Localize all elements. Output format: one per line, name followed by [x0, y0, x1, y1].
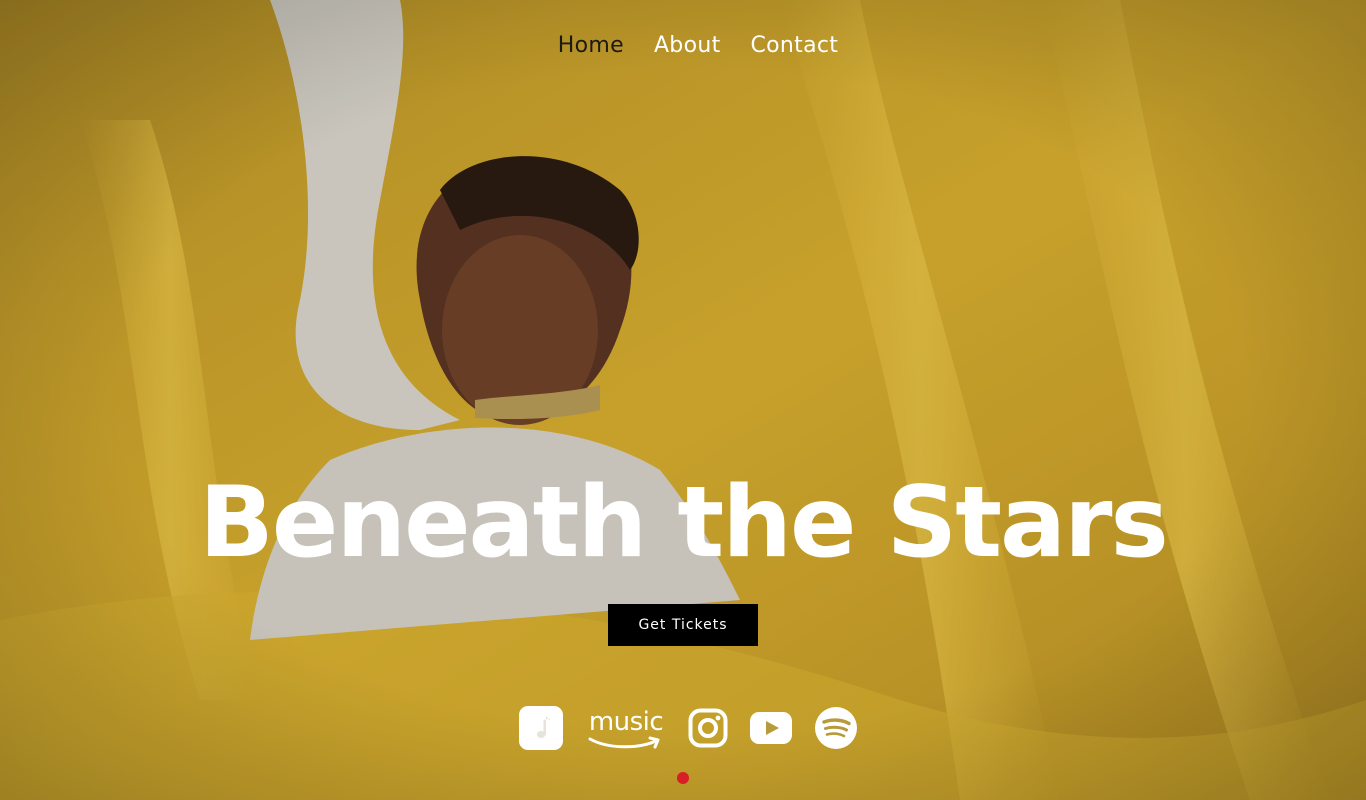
nav-contact-link[interactable]: Contact — [751, 28, 839, 64]
carousel-indicator-dot[interactable] — [677, 772, 689, 784]
social-links: music — [518, 704, 858, 756]
main-nav: Home About Contact — [0, 28, 1366, 64]
youtube-icon — [750, 712, 792, 748]
hero-title: Beneath the Stars — [199, 466, 1169, 580]
apple-music-link[interactable] — [518, 705, 564, 755]
hero-section: Home About Contact Beneath the Stars Get… — [0, 0, 1366, 800]
youtube-link[interactable] — [750, 712, 792, 748]
amazon-music-link[interactable]: music — [586, 709, 666, 751]
hero-background-photo — [0, 0, 1366, 800]
hero-photo-illustration — [0, 0, 1366, 800]
spotify-link[interactable] — [814, 706, 858, 754]
instagram-link[interactable] — [688, 708, 728, 752]
get-tickets-button[interactable]: Get Tickets — [608, 604, 758, 646]
nav-home-link[interactable]: Home — [558, 28, 624, 64]
instagram-icon — [688, 708, 728, 752]
amazon-music-icon: music — [586, 709, 666, 751]
nav-about-link[interactable]: About — [654, 28, 721, 64]
spotify-icon — [814, 706, 858, 754]
apple-music-icon — [518, 705, 564, 755]
